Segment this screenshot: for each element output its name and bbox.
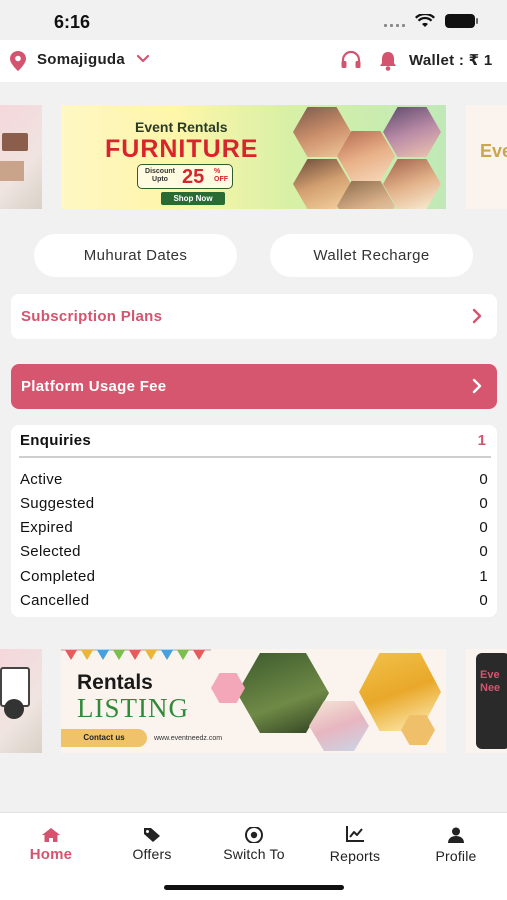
signal-icon xyxy=(384,15,405,27)
banner-line-2: LISTING xyxy=(77,693,189,723)
tab-label: Reports xyxy=(329,848,381,864)
discount-off: % OFF xyxy=(214,168,228,183)
tag-icon xyxy=(144,828,160,842)
banner-title: Event Rentals xyxy=(135,119,228,135)
rentals-listing-banner[interactable]: Rentals LISTING Contact us www.eventneed… xyxy=(61,649,446,753)
chevron-down-icon[interactable] xyxy=(136,54,150,64)
switch-icon xyxy=(245,827,263,843)
enquiry-label: Completed xyxy=(20,568,96,585)
wifi-icon xyxy=(415,14,435,27)
next-banner-text: Eve Nee xyxy=(480,669,501,694)
enquiry-label: Suggested xyxy=(20,495,95,512)
banner-photo-collage xyxy=(289,105,446,209)
enquiry-row-completed[interactable]: Completed 1 xyxy=(20,568,488,588)
enquiry-label: Selected xyxy=(20,543,81,560)
enquiry-count: 0 xyxy=(479,592,488,609)
platform-usage-fee-row[interactable]: Platform Usage Fee xyxy=(11,364,497,409)
app-header: Somajiguda Wallet : ₹ 1 xyxy=(0,40,507,82)
status-bar: 6:16 xyxy=(0,0,507,40)
enquiries-total: 1 xyxy=(477,432,486,449)
chevron-right-icon xyxy=(472,378,482,394)
person-icon xyxy=(448,827,464,843)
platform-usage-fee-label: Platform Usage Fee xyxy=(21,378,167,395)
tab-profile[interactable]: Profile xyxy=(411,823,501,864)
enquiry-row-selected[interactable]: Selected 0 xyxy=(20,543,488,563)
discount-badge: Discount Upto 25 % OFF xyxy=(137,164,233,189)
enquiry-row-suggested[interactable]: Suggested 0 xyxy=(20,495,488,515)
tab-reports[interactable]: Reports xyxy=(310,823,400,864)
prev-banner-peek[interactable] xyxy=(0,649,42,753)
tab-label: Home xyxy=(29,846,73,863)
shop-now-button[interactable]: Shop Now xyxy=(161,192,225,205)
prev-banner-peek[interactable] xyxy=(0,105,42,209)
enquiry-count: 1 xyxy=(479,568,488,585)
home-icon xyxy=(42,828,60,842)
divider xyxy=(19,456,491,458)
enquiries-card: Enquiries 1 Active 0 Suggested 0 Expired… xyxy=(11,425,497,617)
furniture-banner[interactable]: Event Rentals FURNITURE Discount Upto 25… xyxy=(61,105,446,209)
banner-headline: FURNITURE xyxy=(105,135,259,163)
enquiry-count: 0 xyxy=(479,495,488,512)
next-banner-peek[interactable]: Eve xyxy=(466,105,507,209)
tab-label: Offers xyxy=(132,846,172,862)
chevron-right-icon xyxy=(472,308,482,324)
status-time: 6:16 xyxy=(54,12,91,32)
home-indicator[interactable] xyxy=(164,885,344,890)
chart-icon xyxy=(346,826,364,842)
enquiry-label: Active xyxy=(20,471,63,488)
discount-value: 25 xyxy=(182,166,205,188)
headset-icon[interactable] xyxy=(340,50,362,72)
tab-label: Switch To xyxy=(223,846,285,862)
enquiry-row-cancelled[interactable]: Cancelled 0 xyxy=(20,592,488,612)
contact-us-button[interactable]: Contact us xyxy=(61,729,147,747)
location-pin-icon[interactable] xyxy=(10,51,26,71)
wallet-recharge-button[interactable]: Wallet Recharge xyxy=(270,234,473,277)
next-banner-text: Eve xyxy=(480,141,507,161)
enquiry-row-expired[interactable]: Expired 0 xyxy=(20,519,488,539)
tab-switch-to[interactable]: Switch To xyxy=(209,823,299,862)
battery-icon xyxy=(445,14,478,28)
enquiry-row-active[interactable]: Active 0 xyxy=(20,471,488,491)
enquiries-title: Enquiries xyxy=(20,432,92,449)
location-name[interactable]: Somajiguda xyxy=(37,51,125,68)
bell-icon[interactable] xyxy=(378,50,398,72)
muhurat-dates-button[interactable]: Muhurat Dates xyxy=(34,234,237,277)
tab-label: Profile xyxy=(435,848,477,864)
wallet-balance[interactable]: Wallet : ₹ 1 xyxy=(409,51,493,69)
enquiry-count: 0 xyxy=(479,519,488,536)
enquiry-label: Cancelled xyxy=(20,592,90,609)
bunting-decoration xyxy=(61,649,211,660)
enquiry-label: Expired xyxy=(20,519,73,536)
pink-hex-accent xyxy=(211,673,245,703)
banner-line-1: Rentals xyxy=(77,671,153,694)
discount-label: Discount Upto xyxy=(145,168,175,183)
next-banner-peek[interactable]: Eve Nee xyxy=(466,649,507,753)
bottom-banner-carousel[interactable]: Rentals LISTING Contact us www.eventneed… xyxy=(0,649,507,753)
subscription-plans-label: Subscription Plans xyxy=(21,308,163,325)
banner-url: www.eventneedz.com xyxy=(154,735,223,742)
tab-offers[interactable]: Offers xyxy=(107,823,197,862)
subscription-plans-row[interactable]: Subscription Plans xyxy=(11,294,497,339)
status-icons xyxy=(384,14,478,28)
enquiry-count: 0 xyxy=(479,543,488,560)
tab-home[interactable]: Home xyxy=(6,823,96,863)
top-banner-carousel[interactable]: Event Rentals FURNITURE Discount Upto 25… xyxy=(0,105,507,209)
enquiry-count: 0 xyxy=(479,471,488,488)
